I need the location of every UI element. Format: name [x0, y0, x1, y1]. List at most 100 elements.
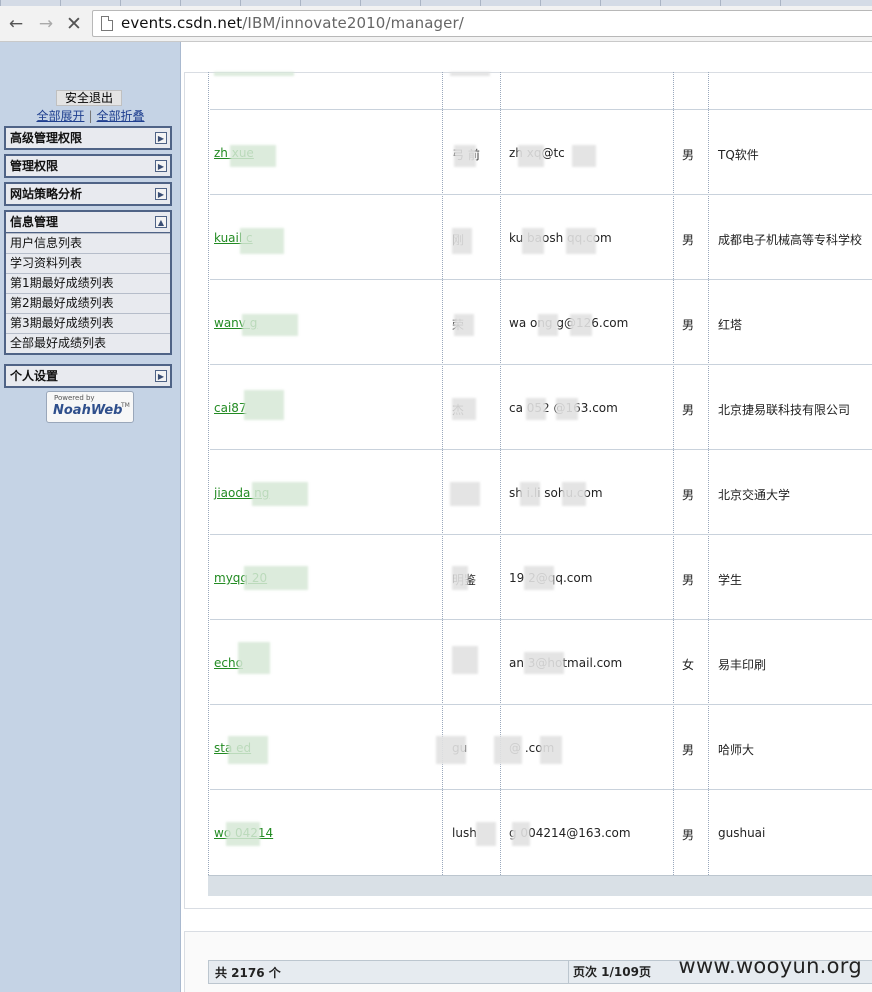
redaction — [244, 390, 284, 420]
url-text: events.csdn.net/IBM/innovate2010/manager… — [121, 14, 464, 32]
menu-permissions[interactable]: 管理权限 ▶ — [4, 154, 172, 178]
url-path: /IBM/innovate2010/manager/ — [242, 14, 464, 32]
username-link[interactable]: cai87 — [214, 401, 247, 415]
organization: 成都电子机械高等专科学校 — [718, 233, 863, 247]
redaction — [538, 314, 558, 336]
redaction — [572, 145, 596, 167]
back-arrow-icon[interactable]: ← — [6, 14, 26, 34]
menu-label: 网站策略分析 — [10, 187, 83, 201]
menu-label: 高级管理权限 — [10, 131, 83, 145]
expand-arrow-icon[interactable]: ▶ — [155, 160, 167, 172]
redaction — [452, 398, 476, 420]
redaction — [242, 314, 298, 336]
menu-site-strategy[interactable]: 网站策略分析 ▶ — [4, 182, 172, 206]
page-indicator: 页次 1/109页 — [568, 961, 651, 983]
info-management-submenu: 用户信息列表 学习资料列表 第1期最好成绩列表 第2期最好成绩列表 第3期最好成… — [4, 233, 172, 355]
redaction — [526, 398, 546, 420]
organization: 学生 — [718, 573, 743, 587]
expand-arrow-icon[interactable]: ▶ — [155, 370, 167, 382]
expand-all-link[interactable]: 全部展开 — [36, 109, 84, 123]
organization: gushuai — [718, 826, 766, 840]
link-separator: | — [88, 109, 93, 123]
redaction — [450, 72, 490, 76]
redaction — [520, 482, 540, 506]
redaction — [524, 566, 554, 590]
organization: 易丰印刷 — [718, 658, 767, 672]
submenu-item-period-2[interactable]: 第2期最好成绩列表 — [6, 293, 170, 313]
forward-arrow-icon[interactable]: → — [36, 14, 56, 34]
redaction — [228, 736, 268, 764]
gender: 女 — [682, 658, 695, 672]
redaction — [452, 228, 472, 254]
watermark: www.wooyun.org — [678, 954, 862, 978]
redaction — [476, 822, 496, 846]
sidebar: 安全退出 全部展开 | 全部折叠 高级管理权限 ▶ 管理权限 ▶ 网站策略分析 ▶ … — [0, 42, 181, 992]
submenu-item-all[interactable]: 全部最好成绩列表 — [6, 333, 170, 353]
redaction — [570, 314, 592, 336]
gender: 男 — [682, 148, 695, 162]
stop-loading-icon[interactable]: ✕ — [64, 14, 84, 34]
table-row[interactable]: wo 04214 lush g 004214@163.com 男 gushuai — [210, 789, 872, 874]
redaction — [522, 228, 544, 254]
noahweb-badge[interactable]: Powered by NoahWeb TM — [46, 391, 134, 423]
menu-personal-settings[interactable]: 个人设置 ▶ — [4, 364, 172, 388]
redaction — [556, 398, 578, 420]
expand-arrow-icon[interactable]: ▶ — [155, 188, 167, 200]
redaction — [524, 652, 564, 674]
redaction — [494, 736, 522, 764]
redaction — [566, 228, 596, 254]
redaction — [240, 228, 284, 254]
organization: TQ软件 — [718, 148, 759, 162]
menu-label: 个人设置 — [10, 369, 59, 383]
redaction — [252, 482, 308, 506]
badge-name: NoahWeb — [53, 403, 123, 418]
table-row[interactable]: jiaoda ng sh i.li sohu.com 男 北京交通大学 — [210, 449, 872, 534]
submenu-item-period-1[interactable]: 第1期最好成绩列表 — [6, 273, 170, 293]
redaction — [226, 822, 260, 846]
menu-label: 信息管理 — [10, 215, 59, 229]
expand-collapse-row: 全部展开 | 全部折叠 — [0, 107, 181, 124]
submenu-item-user-list[interactable]: 用户信息列表 — [6, 233, 170, 253]
redaction — [452, 566, 468, 590]
column-divider — [208, 72, 209, 875]
gender: 男 — [682, 488, 695, 502]
url-host: events.csdn.net — [121, 14, 243, 32]
redaction — [562, 482, 586, 506]
redaction — [512, 822, 530, 846]
redaction — [450, 482, 480, 506]
menu-advanced-permissions[interactable]: 高级管理权限 ▶ — [4, 126, 172, 150]
email: wa ong g@126.com — [509, 316, 629, 330]
browser-toolbar: ← → ✕ events.csdn.net/IBM/innovate2010/m… — [0, 6, 872, 42]
redaction — [436, 736, 466, 764]
redaction — [230, 145, 276, 167]
redaction — [244, 566, 308, 590]
redaction — [454, 314, 474, 336]
redaction — [214, 72, 294, 76]
gender: 男 — [682, 233, 695, 247]
redaction — [238, 642, 270, 674]
gender: 男 — [682, 403, 695, 417]
collapse-all-link[interactable]: 全部折叠 — [97, 109, 145, 123]
page-icon — [101, 16, 113, 31]
redaction — [518, 145, 544, 167]
organization: 北京交通大学 — [718, 488, 791, 502]
real-name: lush — [452, 826, 477, 840]
redaction — [454, 145, 476, 167]
badge-tm: TM — [121, 402, 130, 409]
menu-info-management[interactable]: 信息管理 ▲ — [4, 210, 172, 234]
address-bar[interactable]: events.csdn.net/IBM/innovate2010/manager… — [92, 10, 872, 37]
organization: 红塔 — [718, 318, 743, 332]
expand-arrow-icon[interactable]: ▶ — [155, 132, 167, 144]
gender: 男 — [682, 318, 695, 332]
submenu-item-materials[interactable]: 学习资料列表 — [6, 253, 170, 273]
menu-label: 管理权限 — [10, 159, 59, 173]
badge-powered-text: Powered by — [54, 394, 95, 402]
collapse-arrow-icon[interactable]: ▲ — [155, 216, 167, 228]
submenu-item-period-3[interactable]: 第3期最好成绩列表 — [6, 313, 170, 333]
redaction — [452, 646, 478, 674]
main-content: zh xue 弓 前 zh xq@tc 男 TQ软件 kuail c 刚 ku … — [182, 42, 872, 992]
gender: 男 — [682, 743, 695, 757]
organization: 哈师大 — [718, 743, 755, 757]
logout-button[interactable]: 安全退出 — [56, 90, 122, 106]
table-footer-bar — [208, 875, 872, 896]
